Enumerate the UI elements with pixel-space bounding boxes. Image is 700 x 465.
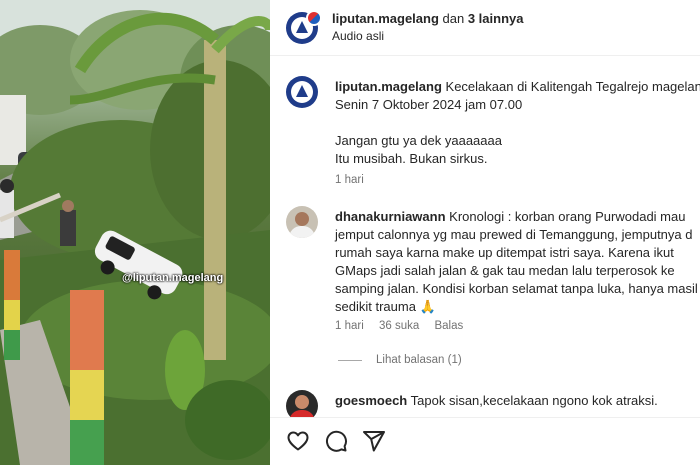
replies-divider xyxy=(338,359,362,361)
comment-username[interactable]: dhanakurniawann xyxy=(335,209,446,224)
caption-line-3: Jangan gtu ya dek yaaaaaaa xyxy=(335,133,502,148)
comment-line-5: samping jalan. Kondisi korban selamat ta… xyxy=(335,281,698,296)
caption-avatar[interactable] xyxy=(286,76,318,108)
comment-meta: 1 hari 36 suka Balas xyxy=(335,320,475,332)
commenter-avatar[interactable] xyxy=(286,206,318,238)
comment-username[interactable]: goesmoech xyxy=(335,393,407,408)
heart-icon[interactable] xyxy=(286,429,310,453)
caption: liputan.magelang Kecelakaan di Kalitenga… xyxy=(286,76,700,196)
post-actions xyxy=(270,417,700,465)
author-username[interactable]: liputan.magelang xyxy=(332,11,439,26)
comment-line-4: GMaps jadi salah jalan & gak tau medan l… xyxy=(335,263,675,278)
reply-button[interactable]: Balas xyxy=(434,320,463,332)
comment-body: dhanakurniawann Kronologi : korban orang… xyxy=(335,208,698,316)
caption-line-1: Kecelakaan di Kalitengah Tegalrejo magel… xyxy=(445,79,700,94)
comment: dhanakurniawann Kronologi : korban orang… xyxy=(286,206,700,376)
view-replies-button[interactable]: Lihat balasan (1) xyxy=(338,354,462,366)
comments-section[interactable]: liputan.magelang Kecelakaan di Kalitenga… xyxy=(270,72,700,417)
comment-body: goesmoech Tapok sisan,kecelakaan ngono k… xyxy=(335,392,695,410)
video-scene xyxy=(0,0,270,465)
audio-label[interactable]: Audio asli xyxy=(332,29,384,43)
post-header: liputan.magelang dan 3 lainnya Audio asl… xyxy=(270,0,700,56)
video-watermark: @liputan.magelang xyxy=(122,272,224,284)
comment-line-3: rumah saya karna make up ditempat istri … xyxy=(335,245,674,260)
post-panel: liputan.magelang dan 3 lainnya Audio asl… xyxy=(270,0,700,465)
caption-line-4: Itu musibah. Bukan sirkus. xyxy=(335,151,488,166)
comment-line-2: jemput calonnya yg mau prewed di Temangg… xyxy=(335,227,693,242)
caption-meta: 1 hari xyxy=(335,174,376,186)
authors-connector: dan xyxy=(438,11,468,26)
others-link[interactable]: 3 lainnya xyxy=(468,11,524,26)
caption-username[interactable]: liputan.magelang xyxy=(335,79,442,94)
comment-text: Tapok sisan,kecelakaan ngono kok atraksi… xyxy=(410,393,658,408)
post-video[interactable]: @liputan.magelang xyxy=(0,0,270,465)
caption-time: 1 hari xyxy=(335,174,364,186)
comment-line-1: Kronologi : korban orang Purwodadi mau xyxy=(449,209,686,224)
commenter-avatar[interactable] xyxy=(286,390,318,417)
view-replies-label: Lihat balasan (1) xyxy=(376,354,462,366)
caption-line-2: Senin 7 Oktober 2024 jam 07.00 xyxy=(335,97,523,112)
comment-time: 1 hari xyxy=(335,320,364,332)
caption-body: liputan.magelang Kecelakaan di Kalitenga… xyxy=(335,78,700,168)
share-icon[interactable] xyxy=(362,429,386,453)
comment-line-6: sedikit trauma 🙏 xyxy=(335,299,436,314)
comment-likes[interactable]: 36 suka xyxy=(379,320,419,332)
collab-avatar[interactable] xyxy=(306,10,322,26)
comment-icon[interactable] xyxy=(324,429,348,453)
post-authors: liputan.magelang dan 3 lainnya xyxy=(332,11,523,26)
comment: goesmoech Tapok sisan,kecelakaan ngono k… xyxy=(286,390,700,417)
